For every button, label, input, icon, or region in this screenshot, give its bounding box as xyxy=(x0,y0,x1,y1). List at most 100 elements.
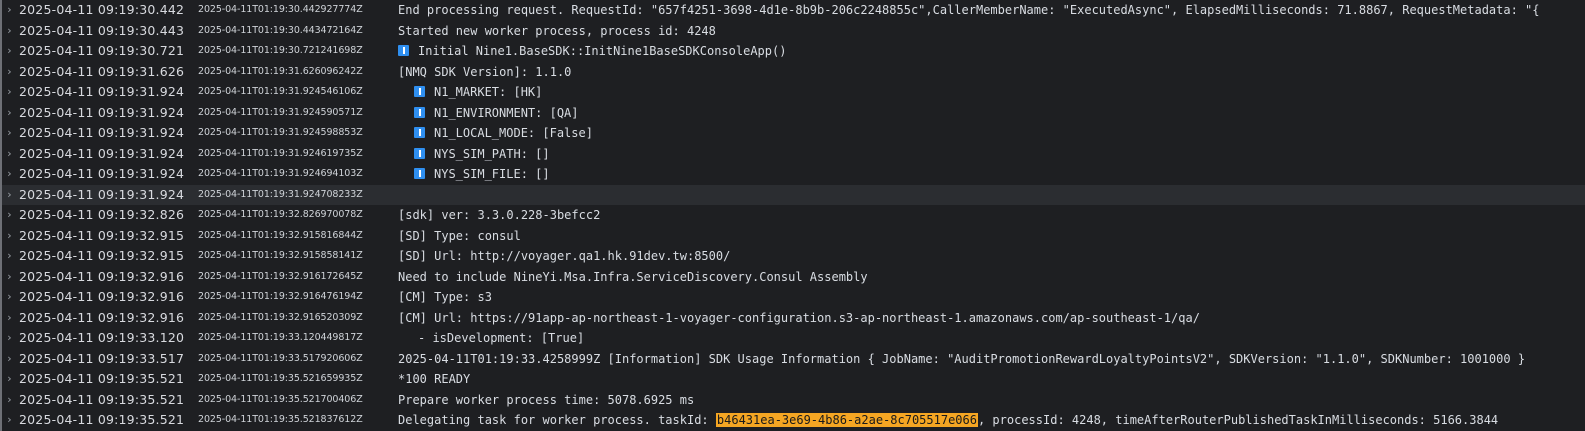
row-divider xyxy=(0,0,2,21)
log-message-text: Started new worker process, process id: … xyxy=(398,23,716,38)
expand-chevron-icon[interactable]: › xyxy=(6,123,16,144)
log-message-text: N1_MARKET: [HK] xyxy=(434,85,543,99)
expand-chevron-icon[interactable]: › xyxy=(6,205,16,226)
expand-chevron-icon[interactable]: › xyxy=(6,410,16,431)
info-icon xyxy=(398,45,409,56)
log-timestamp: 2025-04-11 09:19:35.521 xyxy=(19,391,185,407)
log-timestamp: 2025-04-11 09:19:33.517 xyxy=(19,350,185,366)
log-message: NYS_SIM_PATH: [] xyxy=(414,144,1575,165)
expand-chevron-icon[interactable]: › xyxy=(6,349,16,370)
log-row[interactable]: › 2025-04-11 09:19:35.521 2025-04-11T01:19… xyxy=(0,410,1585,431)
log-message: N1_MARKET: [HK] xyxy=(414,82,1575,103)
expand-chevron-icon[interactable]: › xyxy=(6,0,16,21)
log-message-suffix: , processId: 4248, timeAfterRouterPublis… xyxy=(977,413,1499,427)
log-raw-timestamp: 2025-04-11T01:19:32.916520309Z xyxy=(198,311,363,323)
row-divider xyxy=(0,369,2,390)
log-row[interactable]: › 2025-04-11 09:19:31.924 2025-04-11T01:19… xyxy=(0,143,1585,165)
log-raw-timestamp: 2025-04-11T01:19:35.521700406Z xyxy=(198,393,363,405)
expand-chevron-icon[interactable]: › xyxy=(6,267,16,288)
log-message-text: [SD] Url: http://voyager.qa1.hk.91dev.tw… xyxy=(398,249,731,263)
log-message-text: N1_ENVIRONMENT: [QA] xyxy=(434,105,579,120)
log-raw-timestamp: 2025-04-11T01:19:31.924708233Z xyxy=(198,188,363,200)
row-divider xyxy=(0,307,2,328)
log-timestamp: 2025-04-11 09:19:32.916 xyxy=(19,268,185,284)
log-message: Need to include NineYi.Msa.Infra.Service… xyxy=(398,267,1575,288)
log-timestamp: 2025-04-11 09:19:31.924 xyxy=(19,145,185,161)
log-raw-timestamp: 2025-04-11T01:19:32.915858141Z xyxy=(198,250,363,261)
log-row[interactable]: › 2025-04-11 09:19:35.521 2025-04-11T01:19… xyxy=(0,369,1585,390)
expand-chevron-icon[interactable]: › xyxy=(6,287,16,308)
log-raw-timestamp: 2025-04-11T01:19:30.721241698Z xyxy=(198,45,363,56)
expand-chevron-icon[interactable]: › xyxy=(6,41,16,62)
log-row[interactable]: › 2025-04-11 09:19:30.442 2025-04-11T01:19… xyxy=(0,0,1585,21)
log-row[interactable]: › 2025-04-11 09:19:31.924 2025-04-11T01:19… xyxy=(0,102,1585,124)
expand-chevron-icon[interactable]: › xyxy=(6,103,16,124)
row-divider xyxy=(0,287,2,308)
log-row[interactable]: › 2025-04-11 09:19:32.916 2025-04-11T01:19… xyxy=(0,287,1585,308)
row-divider xyxy=(0,410,2,431)
log-message: - isDevelopment: [True] xyxy=(418,328,1575,349)
log-row[interactable]: › 2025-04-11 09:19:32.916 2025-04-11T01:19… xyxy=(0,266,1585,288)
expand-chevron-icon[interactable]: › xyxy=(6,62,16,83)
log-row[interactable]: › 2025-04-11 09:19:31.924 2025-04-11T01:19… xyxy=(0,164,1585,185)
log-raw-timestamp: 2025-04-11T01:19:33.517920606Z xyxy=(198,352,363,364)
log-message-text: [CM] Type: s3 xyxy=(398,290,492,304)
expand-chevron-icon[interactable]: › xyxy=(6,390,16,411)
log-timestamp: 2025-04-11 09:19:31.924 xyxy=(19,104,185,120)
log-timestamp: 2025-04-11 09:19:30.443 xyxy=(19,22,185,38)
expand-chevron-icon[interactable]: › xyxy=(6,369,16,390)
expand-chevron-icon[interactable]: › xyxy=(6,144,16,165)
log-raw-timestamp: 2025-04-11T01:19:35.521659935Z xyxy=(198,373,363,384)
log-message-text: Need to include NineYi.Msa.Infra.Service… xyxy=(398,269,868,284)
highlighted-task-id[interactable]: b46431ea-3e69-4b86-a2ae-8c705517e066 xyxy=(715,413,978,427)
log-message: N1_ENVIRONMENT: [QA] xyxy=(414,103,1575,124)
expand-chevron-icon[interactable]: › xyxy=(6,226,16,247)
log-row[interactable]: › 2025-04-11 09:19:32.915 2025-04-11T01:19… xyxy=(0,225,1585,247)
log-raw-timestamp: 2025-04-11T01:19:31.626096242Z xyxy=(198,65,363,77)
log-raw-timestamp: 2025-04-11T01:19:32.916476194Z xyxy=(198,291,363,302)
row-divider xyxy=(0,184,2,205)
log-message-prefix: Delegating task for worker process. task… xyxy=(398,413,716,427)
row-divider xyxy=(0,41,2,62)
log-row[interactable]: › 2025-04-11 09:19:31.924 2025-04-11T01:19… xyxy=(0,123,1585,144)
log-row[interactable]: › 2025-04-11 09:19:35.521 2025-04-11T01:19… xyxy=(0,389,1585,411)
log-message: [CM] Type: s3 xyxy=(398,287,1575,308)
log-timestamp: 2025-04-11 09:19:30.721 xyxy=(19,43,185,58)
expand-chevron-icon[interactable]: › xyxy=(6,308,16,329)
log-message: [SD] Type: consul xyxy=(398,226,1575,247)
log-message: End processing request. RequestId: "657f… xyxy=(398,0,1575,21)
log-row[interactable]: › 2025-04-11 09:19:31.626 2025-04-11T01:19… xyxy=(0,61,1585,83)
log-row[interactable]: › 2025-04-11 09:19:30.443 2025-04-11T01:19… xyxy=(0,20,1585,42)
expand-chevron-icon[interactable]: › xyxy=(6,246,16,267)
log-viewer: › 2025-04-11 09:19:30.442 2025-04-11T01:19… xyxy=(0,0,1585,431)
log-message-text: Initial Nine1.BaseSDK::InitNine1BaseSDKC… xyxy=(418,44,787,58)
log-timestamp: 2025-04-11 09:19:31.924 xyxy=(19,166,185,181)
log-raw-timestamp: 2025-04-11T01:19:32.915816844Z xyxy=(198,229,363,241)
expand-chevron-icon[interactable]: › xyxy=(6,21,16,42)
log-raw-timestamp: 2025-04-11T01:19:30.442927774Z xyxy=(198,4,363,15)
log-message: [NMQ SDK Version]: 1.1.0 xyxy=(398,62,1575,83)
expand-chevron-icon[interactable]: › xyxy=(6,82,16,103)
row-divider xyxy=(0,61,2,82)
row-divider xyxy=(0,143,2,164)
log-message: NYS_SIM_FILE: [] xyxy=(414,164,1575,185)
expand-chevron-icon[interactable]: › xyxy=(6,185,16,206)
log-row[interactable]: › 2025-04-11 09:19:33.517 2025-04-11T01:19… xyxy=(0,348,1585,370)
log-row[interactable]: › 2025-04-11 09:19:32.915 2025-04-11T01:19… xyxy=(0,246,1585,267)
log-timestamp: 2025-04-11 09:19:30.442 xyxy=(19,2,185,17)
expand-chevron-icon[interactable]: › xyxy=(6,164,16,185)
row-divider xyxy=(0,164,2,185)
log-message-text: End processing request. RequestId: "657f… xyxy=(398,3,1540,17)
log-row[interactable]: › 2025-04-11 09:19:30.721 2025-04-11T01:19… xyxy=(0,41,1585,62)
log-row[interactable]: › 2025-04-11 09:19:32.826 2025-04-11T01:19… xyxy=(0,205,1585,226)
log-row[interactable]: › 2025-04-11 09:19:32.916 2025-04-11T01:19… xyxy=(0,307,1585,329)
log-row[interactable]: › 2025-04-11 09:19:33.120 2025-04-11T01:19… xyxy=(0,328,1585,349)
row-divider xyxy=(0,20,2,41)
log-message: [CM] Url: https://91app-ap-northeast-1-v… xyxy=(398,308,1575,329)
row-divider xyxy=(0,102,2,123)
log-raw-timestamp: 2025-04-11T01:19:35.521837612Z xyxy=(198,414,363,425)
log-message-text: 2025-04-11T01:19:33.4258999Z [Informatio… xyxy=(398,351,1526,366)
expand-chevron-icon[interactable]: › xyxy=(6,328,16,349)
log-row[interactable]: › 2025-04-11 09:19:31.924 2025-04-11T01:19… xyxy=(0,82,1585,103)
log-row[interactable]: › 2025-04-11 09:19:31.924 2025-04-11T01:19… xyxy=(0,184,1585,206)
